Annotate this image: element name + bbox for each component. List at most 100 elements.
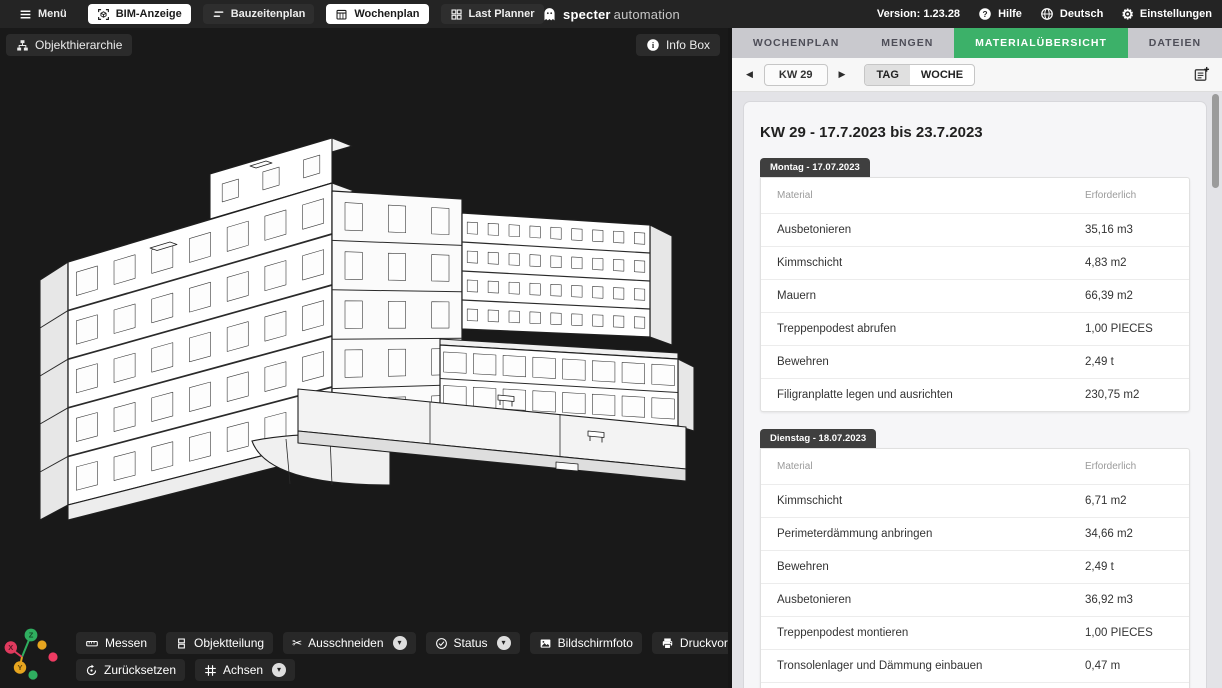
- table-row[interactable]: Treppenpodest abrufen1,00 PIECES: [761, 312, 1189, 345]
- required-cell: 36,92 m3: [1085, 594, 1173, 606]
- nav-wochenplan[interactable]: Wochenplan: [326, 4, 428, 24]
- required-cell: 35,16 m3: [1085, 224, 1173, 236]
- required-cell: 1,00 PIECES: [1085, 323, 1173, 335]
- table-row[interactable]: Kimmschicht4,83 m2: [761, 246, 1189, 279]
- objektteilung-button[interactable]: Zurücksetzen Objektteilung: [166, 632, 273, 654]
- required-cell: 2,49 t: [1085, 356, 1173, 368]
- status-check-icon: [435, 637, 448, 650]
- table-row[interactable]: Bewehren2,49 t: [761, 345, 1189, 378]
- next-week-button[interactable]: ▶: [837, 69, 848, 80]
- version-text: Version: 1.23.28: [877, 8, 960, 20]
- info-box-button[interactable]: i Info Box: [636, 34, 720, 56]
- grid-squares-icon: [450, 8, 463, 21]
- button-label: Druckvorschau: [680, 636, 728, 650]
- messen-button[interactable]: Messen: [76, 632, 156, 654]
- material-cell: Bewehren: [777, 356, 1085, 368]
- day-badge: Montag - 17.07.2023: [760, 158, 870, 177]
- viewport-toolbar: Messen Zurücksetzen Objektteilung ✂ Auss…: [76, 627, 728, 681]
- menu-button[interactable]: Menü: [10, 4, 76, 24]
- help-button[interactable]: ? Hilfe: [978, 7, 1022, 21]
- table-header: Material Erforderlich: [761, 178, 1189, 213]
- table-row[interactable]: Ausbetonieren35,16 m3: [761, 213, 1189, 246]
- bildschirmfoto-button[interactable]: Bildschirmfoto: [530, 632, 642, 654]
- gantt-bars-icon: [212, 8, 225, 21]
- svg-text:?: ?: [983, 9, 988, 19]
- button-label: Ausschneiden: [308, 636, 383, 650]
- nav-last-planner[interactable]: Last Planner: [441, 4, 544, 24]
- object-hierarchy-button[interactable]: Objekthierarchie: [6, 34, 132, 56]
- material-cell: Treppenpodest abrufen: [777, 323, 1085, 335]
- material-cell: Perimeterdämmung anbringen: [777, 528, 1085, 540]
- required-cell: 6,71 m2: [1085, 495, 1173, 507]
- top-bar: Menü BIM-Anzeige Bauzeitenplan Wochenpla…: [0, 0, 1222, 28]
- tab-mengen[interactable]: MENGEN: [860, 28, 954, 58]
- add-note-icon: [1193, 66, 1210, 83]
- zuruecksetzen-button[interactable]: Zurücksetzen: [76, 659, 185, 681]
- toggle-woche[interactable]: WOCHE: [910, 65, 974, 85]
- material-cell: Kimmschicht: [777, 495, 1085, 507]
- chevron-down-icon[interactable]: ▾: [272, 663, 286, 677]
- printer-icon: [661, 637, 674, 650]
- table-row[interactable]: Mauern66,39 m2: [761, 279, 1189, 312]
- table-row[interactable]: Ausbetonieren36,92 m3: [761, 583, 1189, 616]
- axis-y-label: Y: [17, 663, 22, 672]
- settings-label: Einstellungen: [1140, 8, 1212, 20]
- table-row[interactable]: Perimeterdämmung anbringen34,66 m2: [761, 517, 1189, 550]
- button-label: Bildschirmfoto: [558, 636, 633, 650]
- help-label: Hilfe: [998, 8, 1022, 20]
- table-row[interactable]: Kimmschicht6,71 m2: [761, 484, 1189, 517]
- brand-logo: specterautomation: [542, 7, 680, 22]
- tab-dateien[interactable]: DATEIEN: [1128, 28, 1222, 58]
- druckvorschau-button[interactable]: Druckvorschau ▾: [652, 632, 728, 654]
- nav-bauzeitenplan[interactable]: Bauzeitenplan: [203, 4, 315, 24]
- required-cell: 2,49 t: [1085, 561, 1173, 573]
- weekplan-calendar-icon: [335, 8, 348, 21]
- axis-z-label: Z: [29, 631, 34, 640]
- status-button[interactable]: Status ▾: [426, 632, 520, 654]
- week-card: KW 29 - 17.7.2023 bis 23.7.2023 Montag -…: [744, 102, 1206, 688]
- tab-materialuebersicht[interactable]: MATERIALÜBERSICHT: [954, 28, 1128, 58]
- axis-x-label: X: [8, 643, 13, 652]
- add-report-button[interactable]: [1193, 66, 1210, 83]
- table-row[interactable]: Tronsolenlager und Dämmung einbauen0,47 …: [761, 649, 1189, 682]
- material-table: Material Erforderlich Kimmschicht6,71 m2…: [760, 448, 1190, 688]
- table-row[interactable]: Filigranplatte legen und ausrichten230,7…: [761, 682, 1189, 688]
- language-button[interactable]: Deutsch: [1040, 7, 1103, 21]
- nav-label: Wochenplan: [354, 8, 419, 20]
- help-icon: ?: [978, 7, 992, 21]
- ausschneiden-button[interactable]: ✂ Ausschneiden ▾: [283, 632, 415, 654]
- info-icon: i: [646, 38, 660, 52]
- required-column-header: Erforderlich: [1085, 461, 1173, 472]
- achsen-button[interactable]: Achsen ▾: [195, 659, 295, 681]
- hamburger-menu-icon: [19, 8, 32, 21]
- table-row[interactable]: Treppenpodest montieren1,00 PIECES: [761, 616, 1189, 649]
- table-row[interactable]: Filigranplatte legen und ausrichten230,7…: [761, 378, 1189, 411]
- tab-wochenplan[interactable]: WOCHENPLAN: [732, 28, 860, 58]
- axis-x-neg-handle[interactable]: [48, 652, 57, 661]
- chevron-down-icon[interactable]: ▾: [497, 636, 511, 650]
- nav-bim-anzeige[interactable]: BIM-Anzeige: [88, 4, 191, 24]
- material-cell: Treppenpodest montieren: [777, 627, 1085, 639]
- info-box-label: Info Box: [666, 38, 710, 52]
- table-row[interactable]: Bewehren2,49 t: [761, 550, 1189, 583]
- axis-gizmo[interactable]: Z X Y: [4, 626, 62, 684]
- axis-y-neg-handle[interactable]: [37, 640, 46, 649]
- required-cell: 4,83 m2: [1085, 257, 1173, 269]
- scrollbar-thumb[interactable]: [1212, 94, 1219, 188]
- day-section-tuesday: Dienstag - 18.07.2023 Material Erforderl…: [760, 428, 1190, 688]
- required-cell: 0,47 m: [1085, 660, 1173, 672]
- chevron-down-icon[interactable]: ▾: [393, 636, 407, 650]
- language-label: Deutsch: [1060, 8, 1103, 20]
- day-week-toggle: TAG WOCHE: [864, 64, 975, 86]
- image-icon: [539, 637, 552, 650]
- day-section-monday: Montag - 17.07.2023 Material Erforderlic…: [760, 157, 1190, 412]
- bim-3d-viewport[interactable]: Objekthierarchie i Info Box Z X Y M: [0, 28, 728, 688]
- nav-label: Last Planner: [469, 8, 535, 20]
- settings-button[interactable]: ⚙ Einstellungen: [1121, 7, 1212, 21]
- axis-z-neg-handle[interactable]: [28, 670, 37, 679]
- ghost-logo-icon: [542, 7, 557, 22]
- previous-week-button[interactable]: ◀: [744, 69, 755, 80]
- toggle-tag[interactable]: TAG: [865, 65, 909, 85]
- panel-tab-bar: WOCHENPLAN MENGEN MATERIALÜBERSICHT DATE…: [732, 28, 1222, 58]
- week-selector[interactable]: KW 29: [764, 64, 828, 86]
